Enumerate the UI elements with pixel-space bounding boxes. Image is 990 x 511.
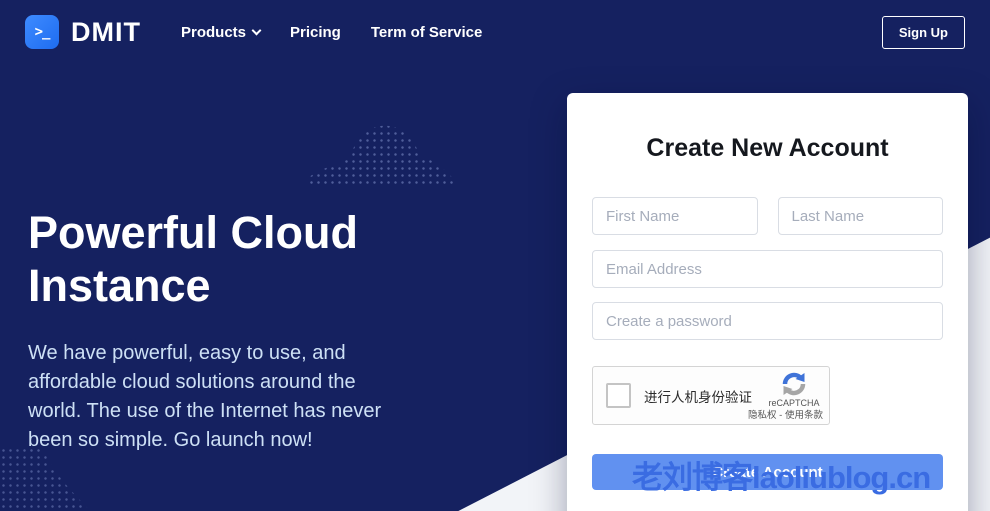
- first-name-input[interactable]: [592, 197, 758, 235]
- recaptcha-widget: 进行人机身份验证 reCAPTCHA 隐私权 - 使用条款: [592, 366, 830, 425]
- nav-links: Products Pricing Term of Service: [181, 24, 482, 41]
- brand-name: DMIT: [71, 17, 141, 48]
- nav-item-products[interactable]: Products: [181, 24, 260, 41]
- create-account-button[interactable]: Create Account: [592, 454, 943, 490]
- hero-title: Powerful Cloud Instance: [28, 206, 468, 312]
- email-field-wrap: [592, 250, 943, 288]
- terminal-glyph: >_: [35, 24, 50, 40]
- recaptcha-label: 进行人机身份验证: [644, 386, 752, 406]
- chevron-down-icon: [252, 25, 262, 35]
- password-field-wrap: [592, 302, 943, 340]
- nav-item-pricing[interactable]: Pricing: [290, 24, 341, 41]
- nav-item-pricing-label: Pricing: [290, 24, 341, 41]
- nav-item-term-of-service-label: Term of Service: [371, 24, 482, 41]
- recaptcha-checkbox[interactable]: [606, 383, 631, 408]
- recaptcha-logo-icon: [781, 371, 807, 397]
- signup-button[interactable]: Sign Up: [882, 16, 965, 49]
- recaptcha-privacy-terms-links[interactable]: 隐私权 - 使用条款: [748, 407, 823, 421]
- brand-logo[interactable]: >_ DMIT: [25, 15, 141, 49]
- terminal-icon: >_: [25, 15, 59, 49]
- nav-item-products-label: Products: [181, 24, 246, 41]
- card-title: Create New Account: [567, 134, 968, 163]
- hero-section: Powerful Cloud Instance We have powerful…: [28, 206, 468, 455]
- name-fields-row: [592, 197, 943, 235]
- dotted-corner-decoration: [0, 447, 120, 511]
- nav-item-term-of-service[interactable]: Term of Service: [371, 24, 482, 41]
- password-input[interactable]: [592, 302, 943, 340]
- dotted-cloud-decoration: [308, 102, 458, 185]
- signup-form: 进行人机身份验证 reCAPTCHA 隐私权 - 使用条款 Create Acc…: [592, 197, 943, 490]
- email-input[interactable]: [592, 250, 943, 288]
- navbar: >_ DMIT Products Pricing Term of Service…: [0, 0, 990, 64]
- last-name-input[interactable]: [778, 197, 944, 235]
- signup-card: Create New Account 进行人机身份验证 reCAPTCHA: [567, 93, 968, 511]
- hero-description: We have powerful, easy to use, and affor…: [28, 339, 468, 455]
- recaptcha-logo-block: reCAPTCHA: [764, 371, 824, 408]
